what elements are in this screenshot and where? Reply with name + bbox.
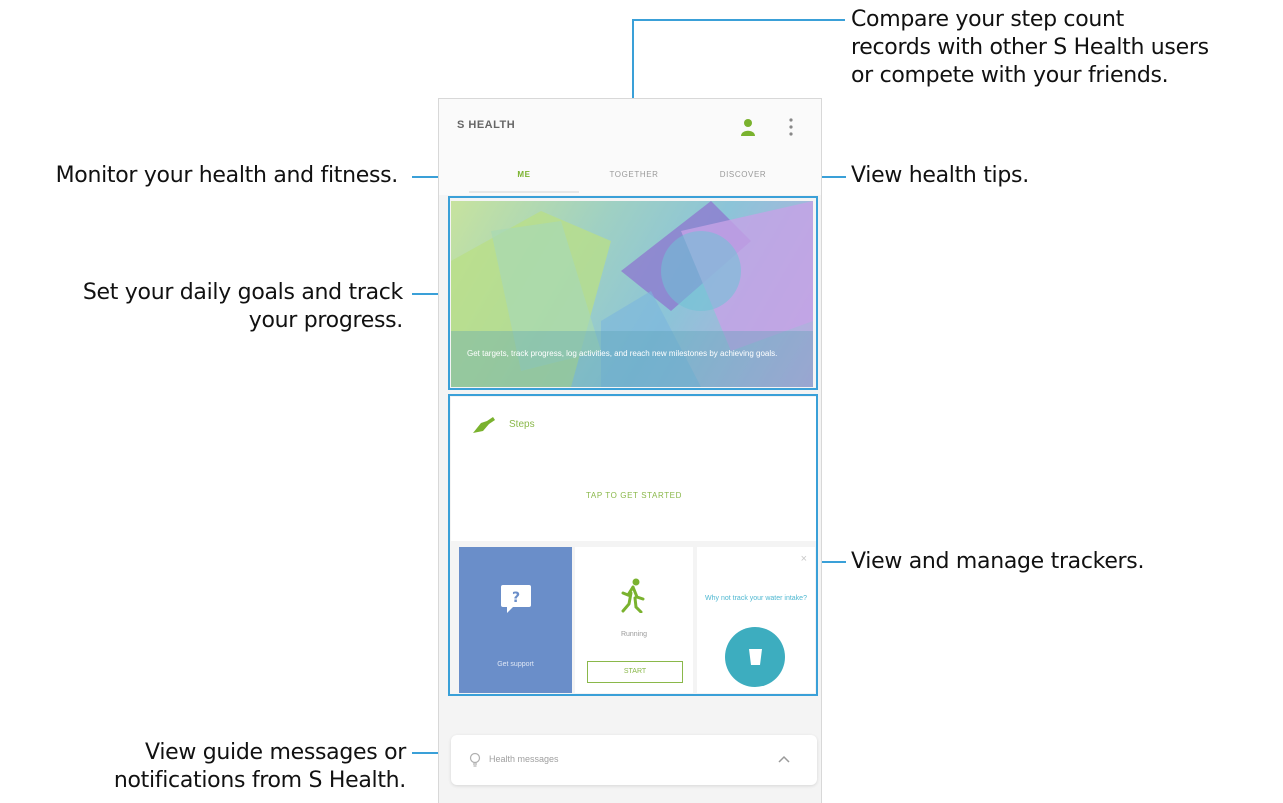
callout-monitor: Monitor your health and fitness.: [55, 163, 399, 188]
tab-me[interactable]: ME: [509, 170, 539, 179]
active-tab-indicator: [469, 191, 579, 193]
app-bar: S HEALTH: [439, 99, 821, 159]
callout-tips: View health tips.: [851, 163, 1029, 188]
callout-trackers: View and manage trackers.: [851, 549, 1145, 574]
profile-icon[interactable]: [741, 118, 755, 136]
app-title: S HEALTH: [457, 119, 516, 131]
callout-compare: Compare your step count records with oth…: [851, 7, 1209, 88]
tab-bar: ME TOGETHER DISCOVER: [439, 159, 821, 195]
health-messages-label: Health messages: [489, 754, 559, 764]
trackers-highlight-frame: [448, 394, 818, 696]
chevron-up-icon[interactable]: [777, 753, 791, 765]
leader-line-compare-h: [632, 19, 845, 21]
callout-goals: Set your daily goals and track your prog…: [82, 280, 403, 333]
banner-highlight-frame: [448, 196, 818, 390]
tab-together[interactable]: TOGETHER: [589, 170, 679, 179]
tab-discover[interactable]: DISCOVER: [701, 170, 785, 179]
health-messages-bar[interactable]: Health messages: [451, 735, 817, 785]
more-options-icon[interactable]: [788, 117, 794, 137]
leader-line-trackers: [818, 561, 846, 563]
callout-messages: View guide messages or notifications fro…: [113, 740, 406, 793]
lightbulb-icon: [469, 752, 481, 767]
